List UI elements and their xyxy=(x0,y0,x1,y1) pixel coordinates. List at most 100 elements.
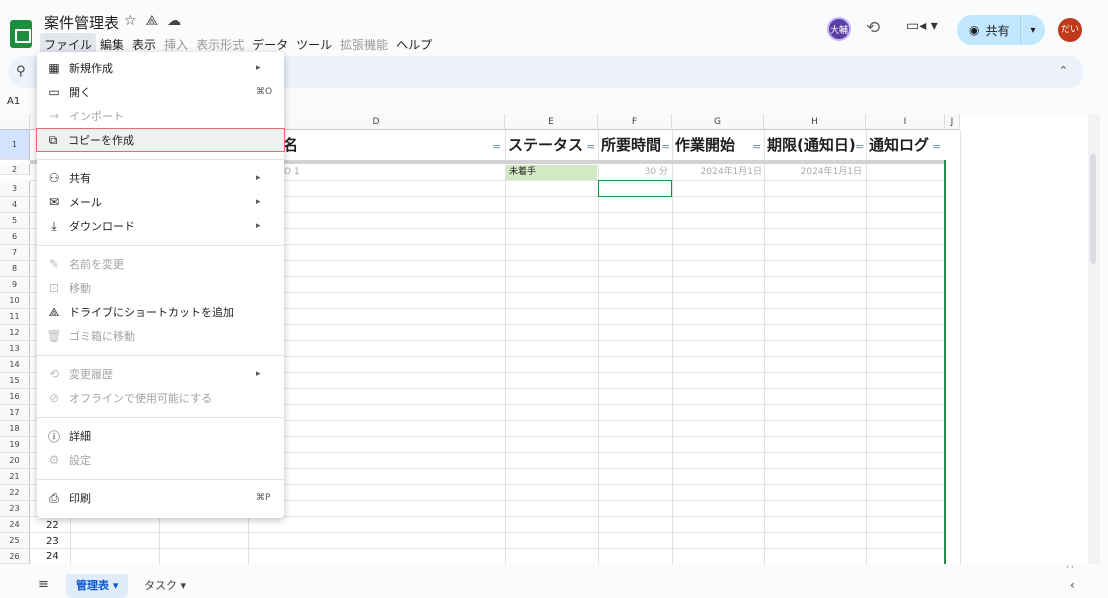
menu-item-settings[interactable]: ⚙ 設定 xyxy=(37,448,284,472)
add-person-icon: ⚇ xyxy=(48,171,60,185)
menu-item-offline[interactable]: ⊘ オフラインで使用可能にする xyxy=(37,386,284,410)
sheets-logo-icon[interactable] xyxy=(10,20,32,48)
filter-icon[interactable]: ≂ xyxy=(855,140,864,153)
header-cell-d[interactable]: 名 xyxy=(280,130,500,160)
meet-icon[interactable]: ▭◂ ▾ xyxy=(906,18,938,34)
row-header[interactable]: 11 xyxy=(0,309,30,325)
col-header-e[interactable]: E xyxy=(505,114,598,130)
row-header[interactable]: 26 xyxy=(0,549,30,564)
grid-line xyxy=(866,130,867,564)
row-header[interactable]: 16 xyxy=(0,389,30,405)
menu-item-history[interactable]: ⟲ 変更履歴 ▸ xyxy=(37,362,284,386)
share-dropdown-icon[interactable]: ▾ xyxy=(1021,25,1045,36)
col-header-f[interactable]: F xyxy=(598,114,672,130)
menu-item-email[interactable]: ✉ メール ▸ xyxy=(37,190,284,214)
row-header[interactable]: 17 xyxy=(0,405,30,421)
menu-item-share[interactable]: ⚇ 共有 ▸ xyxy=(37,166,284,190)
menu-item-print[interactable]: ⎙ 印刷 ⌘P xyxy=(37,486,284,510)
share-button[interactable]: ◉ 共有 ▾ xyxy=(957,15,1045,45)
cell-d2[interactable]: O 1 xyxy=(284,165,300,179)
header-cell-f[interactable]: 所要時間 xyxy=(598,130,664,160)
row-header[interactable]: 22 xyxy=(0,485,30,501)
row-header[interactable]: 23 xyxy=(0,501,30,517)
filter-icon[interactable]: ≂ xyxy=(586,140,595,153)
sheet-tab-label: 管理表 xyxy=(76,579,109,592)
menu-item-open[interactable]: ▭ 開く ⌘O xyxy=(37,80,284,104)
row-header[interactable]: 12 xyxy=(0,325,30,341)
menu-item-copy[interactable]: ⧉ コピーを作成 xyxy=(36,128,285,152)
header-cell-i[interactable]: 通知ログ xyxy=(866,130,934,160)
row-header[interactable]: 25 xyxy=(0,533,30,549)
row-header[interactable]: 4 xyxy=(0,197,30,213)
header-cell-h[interactable]: 期限(通知日) xyxy=(764,130,859,160)
row-header[interactable]: 15 xyxy=(0,373,30,389)
menu-item-move[interactable]: ⊡ 移動 xyxy=(37,276,284,300)
row-header[interactable]: 2 xyxy=(0,164,30,175)
menu-help[interactable]: ヘルプ xyxy=(392,33,436,56)
cell-g2[interactable]: 2024年1月1日 xyxy=(674,165,762,179)
row-header[interactable]: 3 xyxy=(0,181,30,197)
filter-icon[interactable]: ≂ xyxy=(661,140,670,153)
document-title[interactable]: 案件管理表 xyxy=(44,12,119,33)
header-cell-g[interactable]: 作業開始 xyxy=(672,130,752,160)
scroll-arrows[interactable]: ‹ › xyxy=(1066,563,1074,571)
corner-cell[interactable] xyxy=(0,114,30,130)
row-header[interactable]: 24 xyxy=(0,517,30,533)
menu-item-trash[interactable]: 🗑 ゴミ箱に移動 xyxy=(37,324,284,348)
menu-item-import[interactable]: → インポート xyxy=(37,104,284,128)
chevron-left-icon[interactable]: ‹ xyxy=(1070,578,1075,592)
menu-item-details[interactable]: ⓘ 詳細 xyxy=(37,424,284,448)
row-header[interactable]: 13 xyxy=(0,341,30,357)
menu-extensions[interactable]: 拡張機能 xyxy=(336,33,392,56)
row-header[interactable]: 9 xyxy=(0,277,30,293)
scrollbar-thumb[interactable] xyxy=(1090,154,1096,264)
row-header[interactable]: 1 xyxy=(0,130,30,160)
col-header-h[interactable]: H xyxy=(764,114,866,130)
menu-item-new[interactable]: ▦ 新規作成 ▸ xyxy=(37,56,284,80)
star-icon[interactable]: ☆ xyxy=(124,13,137,29)
grid-line xyxy=(764,130,765,564)
menu-item-add-shortcut[interactable]: ⟁ ドライブにショートカットを追加 xyxy=(37,300,284,324)
user-avatar[interactable]: だい xyxy=(1058,18,1082,42)
history-icon[interactable]: ⟲ xyxy=(866,18,880,38)
filter-icon[interactable]: ≂ xyxy=(752,140,761,153)
sheet-tab[interactable]: タスク ▾ xyxy=(140,574,190,598)
menu-item-rename[interactable]: ✎ 名前を変更 xyxy=(37,252,284,276)
all-sheets-icon[interactable]: ≡ xyxy=(38,577,49,592)
cell-h2[interactable]: 2024年1月1日 xyxy=(766,165,862,179)
menu-item-download[interactable]: ⤓ ダウンロード ▸ xyxy=(37,214,284,238)
row-header[interactable]: 7 xyxy=(0,245,30,261)
row-header[interactable]: 21 xyxy=(0,469,30,485)
sheet-tab-active[interactable]: 管理表 ▾ xyxy=(66,574,129,598)
selected-cell-outline[interactable] xyxy=(598,180,672,197)
menu-item-label: 設定 xyxy=(69,454,91,467)
filter-icon[interactable]: ≂ xyxy=(492,140,501,153)
row-header[interactable]: 8 xyxy=(0,261,30,277)
col-header-i[interactable]: I xyxy=(866,114,945,130)
row-header[interactable]: 14 xyxy=(0,357,30,373)
row-header[interactable]: 18 xyxy=(0,421,30,437)
col-header-d[interactable]: D xyxy=(248,114,505,130)
header-cell-e[interactable]: ステータス xyxy=(505,130,585,160)
share-main[interactable]: ◉ 共有 xyxy=(957,15,1021,45)
cell-row-number[interactable]: 24 xyxy=(46,551,59,562)
cell-row-number[interactable]: 23 xyxy=(46,536,59,547)
row-header[interactable]: 10 xyxy=(0,293,30,309)
name-box[interactable]: A1 xyxy=(7,96,20,107)
collaborator-avatar[interactable]: 大輔 xyxy=(827,17,851,41)
vertical-scrollbar[interactable] xyxy=(1088,114,1100,564)
row-header[interactable]: 6 xyxy=(0,229,30,245)
filter-icon[interactable]: ≂ xyxy=(932,140,941,153)
col-header-j[interactable]: J xyxy=(945,114,960,130)
cell-row-number[interactable]: 22 xyxy=(46,520,59,531)
col-header-g[interactable]: G xyxy=(672,114,764,130)
row-header[interactable]: 19 xyxy=(0,437,30,453)
menu-tools[interactable]: ツール xyxy=(292,33,336,56)
chevron-up-icon[interactable]: ⌃ xyxy=(1059,64,1068,77)
cell-e2-status[interactable]: 未着手 xyxy=(506,165,597,180)
row-header[interactable]: 20 xyxy=(0,453,30,469)
cloud-icon[interactable]: ☁ xyxy=(167,13,181,29)
row-header[interactable]: 5 xyxy=(0,213,30,229)
cell-f2[interactable]: 30 分 xyxy=(600,165,668,179)
drive-move-icon[interactable]: ⟁ xyxy=(146,13,159,29)
